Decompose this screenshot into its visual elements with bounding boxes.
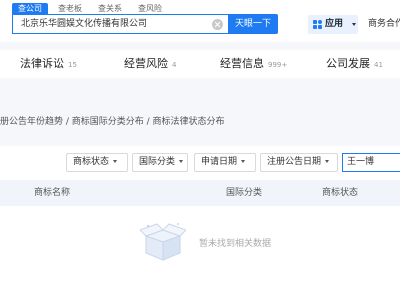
- trademark-search-input[interactable]: 王一博: [342, 153, 400, 172]
- filter-registration-date[interactable]: 注册公告日期: [260, 153, 338, 172]
- nav-item-count: 15: [68, 61, 77, 69]
- clear-icon[interactable]: [212, 19, 223, 30]
- nav-item-development[interactable]: 公司发展 41: [326, 50, 383, 79]
- chevron-down-icon: [352, 23, 356, 26]
- filter-label: 申请日期: [201, 157, 238, 167]
- nav-item-count: 999+: [268, 61, 288, 69]
- nav-item-operation-risk[interactable]: 经营风险 4: [124, 50, 176, 79]
- business-cooperation-link[interactable]: 商务合作: [368, 15, 400, 34]
- search-input-value: 北京乐华圆娱文化传播有限公司: [21, 19, 148, 29]
- chevron-down-icon: [113, 160, 118, 163]
- nav-item-legal[interactable]: 法律诉讼 15: [20, 50, 77, 79]
- column-trademark-name: 商标名称: [34, 188, 71, 198]
- search-button[interactable]: 天眼一下: [228, 14, 278, 34]
- nav-item-label: 法律诉讼: [20, 57, 64, 70]
- table-body: 暂未找到相关数据: [0, 206, 400, 300]
- filter-label: 商标状态: [73, 157, 110, 167]
- column-trademark-status: 商标状态: [322, 188, 359, 198]
- section-nav: 法律诉讼 15 经营风险 4 经营信息 999+ 公司发展 41: [0, 50, 400, 78]
- apps-label: 应用: [325, 19, 344, 29]
- empty-state-text: 暂未找到相关数据: [199, 239, 272, 249]
- chart-tab-breadcrumb[interactable]: 册公告年份趋势 / 商标国际分类分布 / 商标法律状态分布: [0, 114, 225, 127]
- column-international-class: 国际分类: [226, 188, 263, 198]
- table-header: 商标名称 国际分类 商标状态: [0, 180, 400, 206]
- nav-item-count: 41: [374, 61, 383, 69]
- top-bar: 查公司 查老板 查关系 查风险 北京乐华圆娱文化传播有限公司 天眼一下 应用 商…: [0, 0, 400, 42]
- filter-international-class[interactable]: 国际分类: [132, 153, 188, 172]
- chevron-down-icon: [325, 160, 330, 163]
- nav-item-label: 经营风险: [124, 57, 168, 70]
- apps-grid-icon: [313, 20, 322, 29]
- search-input[interactable]: 北京乐华圆娱文化传播有限公司: [12, 14, 228, 34]
- nav-item-operation-info[interactable]: 经营信息 999+: [220, 50, 287, 79]
- apps-button[interactable]: 应用: [308, 15, 358, 34]
- chevron-down-icon: [241, 160, 246, 163]
- filter-apply-date[interactable]: 申请日期: [194, 153, 256, 172]
- nav-item-count: 4: [172, 61, 177, 69]
- filter-label: 国际分类: [139, 157, 176, 167]
- filter-trademark-status[interactable]: 商标状态: [66, 153, 128, 172]
- nav-item-label: 公司发展: [326, 57, 370, 70]
- nav-item-label: 经营信息: [220, 57, 264, 70]
- filter-bar: 商标状态 国际分类 申请日期 注册公告日期 王一博: [0, 146, 400, 180]
- empty-box-icon: [140, 223, 186, 261]
- filter-label: 注册公告日期: [267, 157, 322, 167]
- chevron-down-icon: [179, 160, 184, 163]
